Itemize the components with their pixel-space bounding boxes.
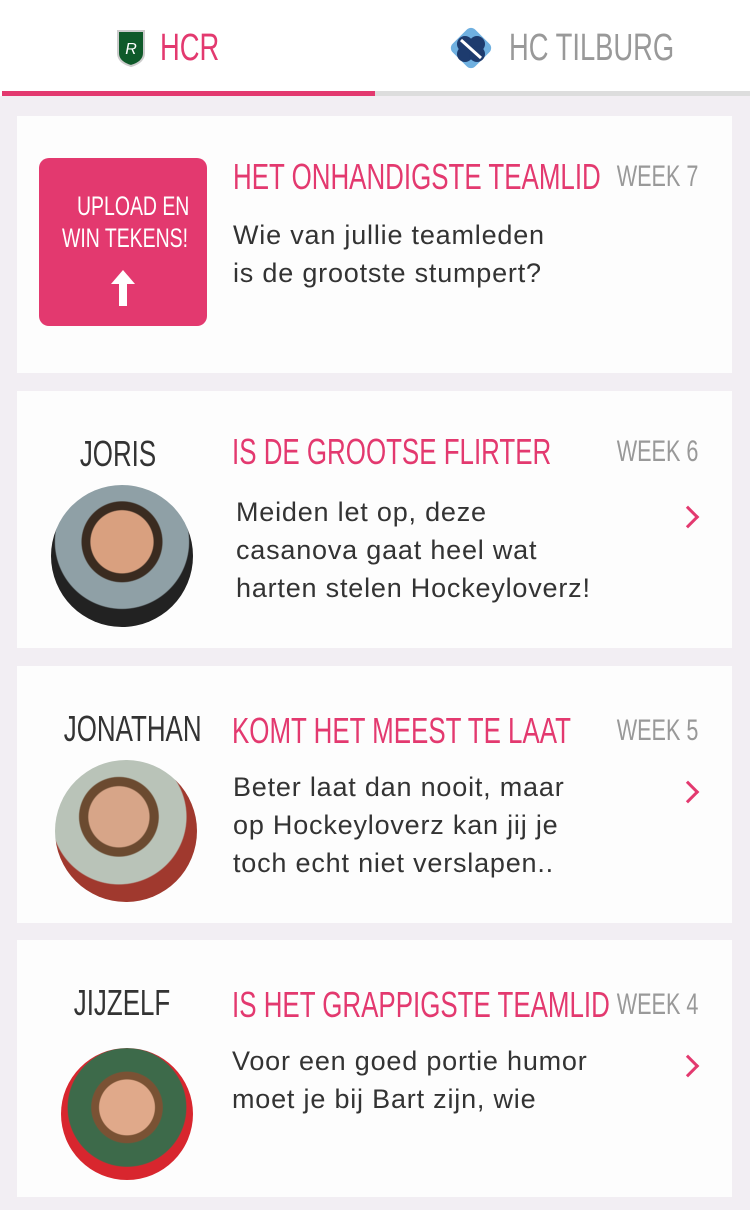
club-tabs: R HCR HC TILBURG (0, 0, 750, 96)
hc-tilburg-icon (450, 27, 491, 69)
tab-hcr[interactable]: R HCR (0, 0, 375, 96)
upload-label-line1: UPLOAD EN (77, 191, 190, 221)
tab-hc-tilburg[interactable]: HC TILBURG (375, 0, 750, 96)
tab-indicator (375, 91, 750, 96)
challenge-card: UPLOAD EN WIN TEKENS! HET ONHANDIGSTE TE… (17, 116, 732, 373)
winner-title: IS HET GRAPPIGSTE TEAMLID (232, 984, 610, 1025)
chevron-right-icon[interactable] (676, 780, 700, 804)
active-tab-indicator (2, 91, 375, 96)
winner-desc-line: Meiden let op, deze (236, 497, 487, 527)
winner-card[interactable]: JONATHAN KOMT HET MEEST TE LAAT WEEK 5 B… (17, 666, 732, 923)
winner-desc-line: toch echt niet verslapen.. (233, 848, 554, 878)
winner-desc-line: moet je bij Bart zijn, wie (232, 1084, 537, 1114)
hcr-shield-icon: R (116, 30, 145, 67)
arrow-up-icon (111, 270, 135, 306)
avatar (51, 485, 193, 627)
upload-label-line2: WIN TEKENS! (62, 223, 189, 253)
winner-desc-line: harten stelen Hockeyloverz! (236, 573, 591, 603)
winner-desc-line: op Hockeyloverz kan jij je (233, 810, 559, 840)
winner-title: IS DE GROOTSE FLIRTER (232, 431, 552, 472)
chevron-right-icon[interactable] (676, 505, 700, 529)
upload-button[interactable]: UPLOAD EN WIN TEKENS! (39, 158, 207, 326)
tab-hcr-label: HCR (159, 26, 219, 69)
winner-name: JORIS (79, 433, 157, 474)
tab-hc-tilburg-label: HC TILBURG (508, 26, 674, 69)
winner-card[interactable]: JIJZELF IS HET GRAPPIGSTE TEAMLID WEEK 4… (17, 940, 732, 1197)
winner-title: KOMT HET MEEST TE LAAT (232, 710, 571, 751)
winner-desc-line: casanova gaat heel wat (236, 535, 538, 565)
svg-text:R: R (125, 41, 137, 58)
avatar (55, 760, 197, 902)
challenge-week: WEEK 7 (616, 160, 698, 193)
challenge-title: HET ONHANDIGSTE TEAMLID (233, 156, 601, 197)
avatar (61, 1048, 193, 1180)
winner-card[interactable]: JORIS IS DE GROOTSE FLIRTER WEEK 6 Meide… (17, 391, 732, 648)
winner-desc-line: Voor een goed portie humor (232, 1046, 588, 1076)
challenge-desc-line1: Wie van jullie teamleden (233, 220, 545, 250)
winner-week: WEEK 4 (616, 988, 698, 1021)
challenge-desc-line2: is de grootste stumpert? (233, 258, 542, 288)
winner-week: WEEK 6 (616, 435, 698, 468)
winner-desc-line: Beter laat dan nooit, maar (233, 772, 565, 802)
winner-name: JONATHAN (63, 708, 202, 749)
chevron-right-icon[interactable] (676, 1054, 700, 1078)
winner-week: WEEK 5 (616, 714, 698, 747)
winner-name: JIJZELF (73, 982, 171, 1023)
